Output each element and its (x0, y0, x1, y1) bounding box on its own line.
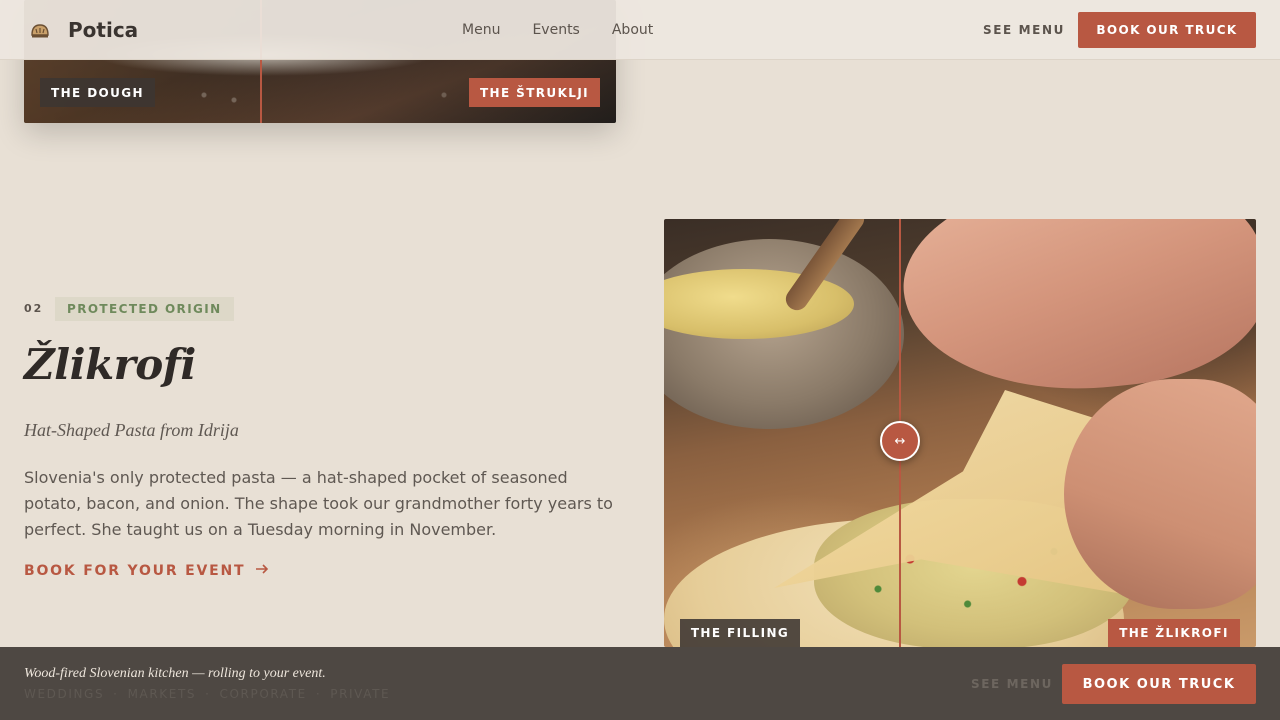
label-the-zlikrofi: THE ŽLIKROFI (1108, 619, 1240, 647)
dish-title: Žlikrofi (24, 340, 196, 389)
event-type-corporate: CORPORATE (219, 687, 307, 701)
site-header: Potica Menu Events About SEE MENU BOOK O… (0, 0, 1280, 60)
dish-description: Slovenia's only protected pasta — a hat-… (24, 468, 613, 539)
event-separator: · (315, 687, 322, 701)
nav-item-about[interactable]: About (612, 22, 653, 38)
bread-loaf-icon (24, 14, 56, 46)
arrow-right-icon (255, 563, 269, 579)
left-right-arrow-icon[interactable]: ↔ (880, 421, 920, 461)
brand-name: Potica (68, 18, 139, 42)
label-the-struklji: THE ŠTRUKLJI (469, 78, 600, 107)
footer-book-truck-button[interactable]: BOOK OUR TRUCK (1062, 664, 1256, 704)
event-separator: · (113, 687, 119, 701)
main-nav: Menu Events About (462, 0, 653, 60)
footer-see-menu-link[interactable]: SEE MENU (971, 647, 1053, 720)
book-for-event-link[interactable]: BOOK FOR YOUR EVENT (24, 563, 269, 579)
brand[interactable]: Potica (24, 0, 138, 60)
event-type-private: PRIVATE (330, 687, 391, 701)
label-the-dough: THE DOUGH (40, 78, 155, 107)
label-the-filling: THE FILLING (680, 619, 800, 647)
nav-item-menu[interactable]: Menu (462, 22, 500, 38)
sticky-booking-bar: Wood-fired Slovenian kitchen — rolling t… (0, 647, 1280, 720)
dish-subtitle: Hat-Shaped Pasta from Idrija (24, 420, 239, 440)
see-menu-link[interactable]: SEE MENU (983, 0, 1065, 60)
event-separator: · (205, 687, 211, 701)
event-type-markets: MARKETS (127, 687, 197, 701)
footer-tagline: Wood-fired Slovenian kitchen — rolling t… (24, 666, 326, 681)
event-types-list: WEDDINGS · MARKETS · CORPORATE · PRIVATE (24, 687, 390, 701)
event-type-weddings: WEDDINGS (24, 687, 105, 701)
book-truck-button[interactable]: BOOK OUR TRUCK (1078, 12, 1256, 48)
nav-item-events[interactable]: Events (532, 22, 579, 38)
dish-number: 02 (24, 302, 44, 315)
bowl-filling (664, 269, 854, 339)
book-for-event-label: BOOK FOR YOUR EVENT (24, 563, 246, 579)
protected-origin-badge: PROTECTED ORIGIN (55, 297, 234, 321)
zlikrofi-compare-slider[interactable]: ↔ THE FILLING THE ŽLIKROFI (664, 219, 1256, 647)
